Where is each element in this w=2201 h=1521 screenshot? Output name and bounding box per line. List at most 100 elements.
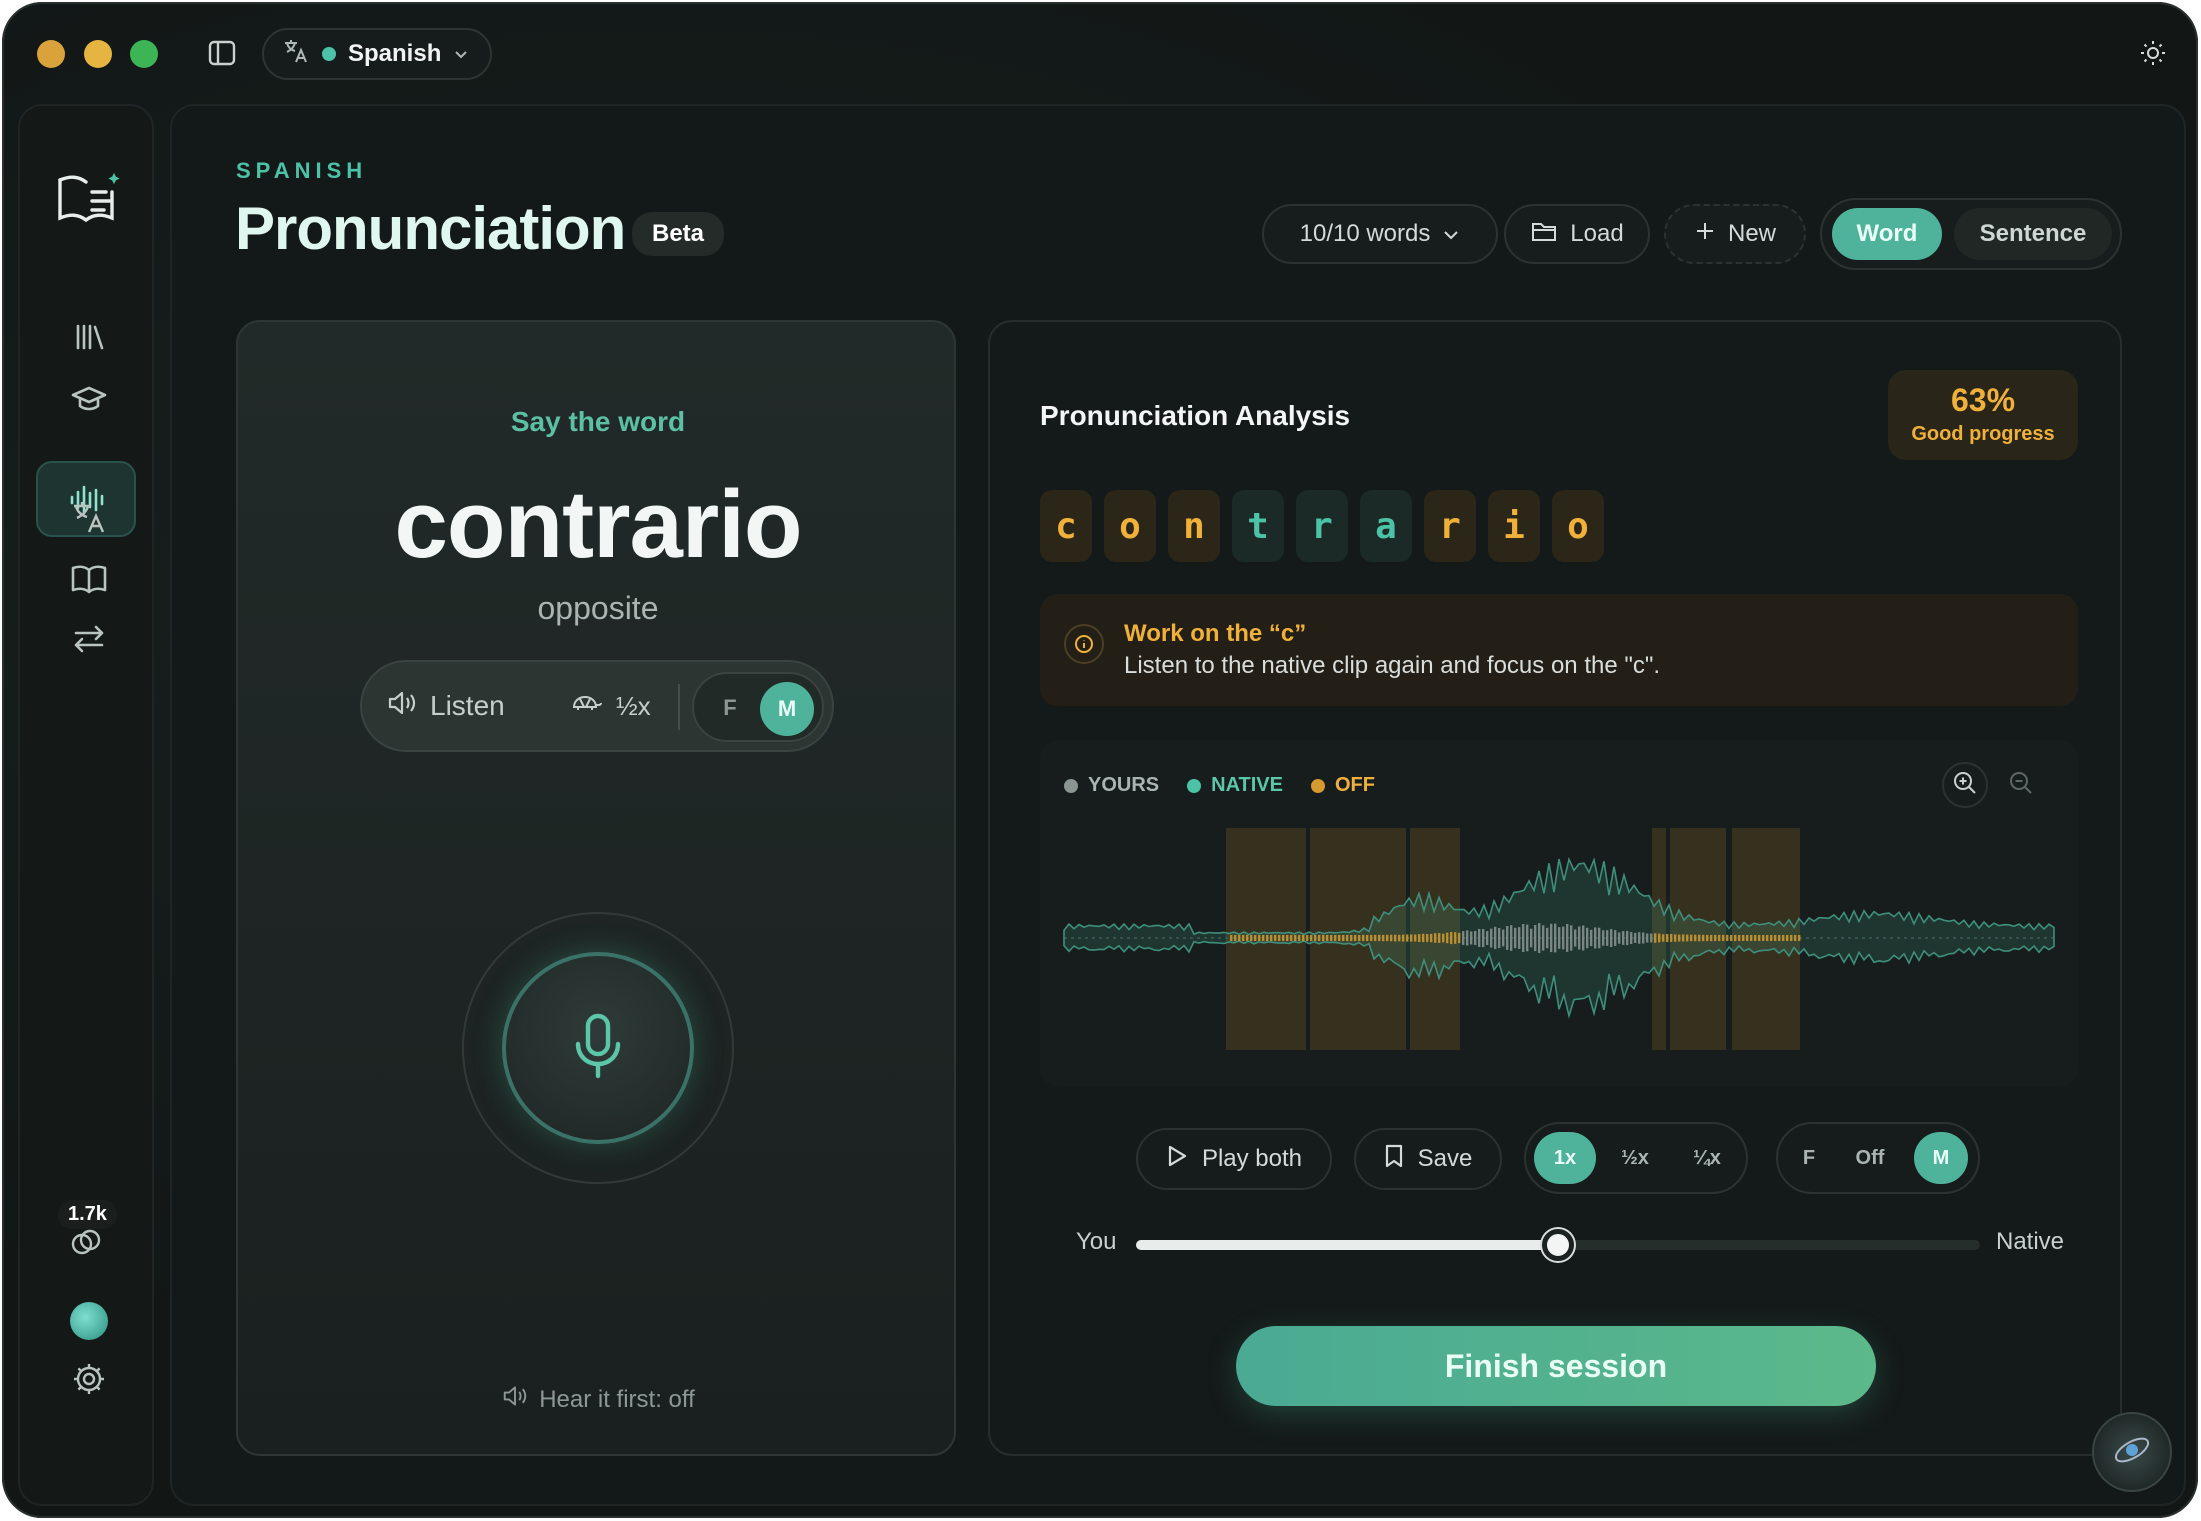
library-icon[interactable] xyxy=(70,318,108,356)
graduation-cap-icon[interactable] xyxy=(70,380,108,418)
yours-sample xyxy=(1490,928,1493,948)
hear-first-toggle[interactable]: Hear it first: off xyxy=(238,1384,958,1415)
chevron-down-icon xyxy=(1442,220,1460,248)
yours-sample xyxy=(1550,923,1553,953)
yours-sample xyxy=(1526,924,1529,952)
yours-sample xyxy=(1414,934,1417,942)
avatar[interactable] xyxy=(70,1302,108,1340)
voice-male-button[interactable]: M xyxy=(760,682,814,736)
mode-sentence-button[interactable]: Sentence xyxy=(1954,208,2112,260)
load-label: Load xyxy=(1570,220,1624,247)
zoom-in-button[interactable] xyxy=(1942,762,1988,808)
yours-sample xyxy=(1510,925,1513,951)
yours-sample xyxy=(1642,932,1645,944)
legend-yours-label: YOURS xyxy=(1088,774,1160,796)
yours-sample xyxy=(1354,935,1357,941)
zoom-out-button[interactable] xyxy=(1998,762,2044,808)
translate-nav-icon[interactable] xyxy=(70,498,108,536)
slider-left-label: You xyxy=(1076,1228,1117,1255)
letter-tile[interactable]: t xyxy=(1232,490,1284,562)
letter-tile[interactable]: c xyxy=(1040,490,1092,562)
window-minimize-button[interactable] xyxy=(84,40,112,68)
mode-toggle: Word Sentence xyxy=(1820,198,2122,270)
yours-sample xyxy=(1346,935,1349,942)
yours-sample xyxy=(1330,935,1333,941)
assistant-button[interactable] xyxy=(2092,1412,2172,1492)
yours-sample xyxy=(1758,935,1761,941)
info-icon xyxy=(1064,624,1104,664)
yours-sample xyxy=(1566,924,1569,952)
finish-session-button[interactable]: Finish session xyxy=(1236,1326,1876,1406)
yours-sample xyxy=(1570,925,1573,951)
streak-icon xyxy=(68,1224,104,1265)
window-close-button[interactable] xyxy=(37,40,65,68)
yours-sample xyxy=(1298,935,1301,941)
save-button[interactable]: Save xyxy=(1354,1128,1502,1190)
yours-sample xyxy=(1778,935,1781,941)
word-list-dropdown[interactable]: 10/10 words xyxy=(1262,204,1498,264)
blend-slider[interactable] xyxy=(1136,1229,1980,1261)
score-label: Good progress xyxy=(1911,423,2055,445)
app-logo-icon xyxy=(56,170,122,226)
voice-female-button[interactable]: F xyxy=(704,682,756,734)
analysis-card: Pronunciation Analysis 63% Good progress… xyxy=(988,320,2122,1456)
sidebar-toggle-icon[interactable] xyxy=(208,40,236,66)
voice-female-button[interactable]: F xyxy=(1786,1132,1832,1184)
yours-sample xyxy=(1618,932,1621,944)
letter-tile[interactable]: o xyxy=(1104,490,1156,562)
sun-icon[interactable] xyxy=(2138,38,2168,68)
letter-tile[interactable]: o xyxy=(1552,490,1604,562)
letter-tile[interactable]: r xyxy=(1424,490,1476,562)
slider-thumb[interactable] xyxy=(1542,1229,1574,1261)
playback-speed-toggle: 1x ½x ¼x xyxy=(1524,1122,1748,1194)
new-button[interactable]: New xyxy=(1664,204,1806,264)
folder-icon xyxy=(1530,219,1558,250)
chevron-down-icon xyxy=(453,40,469,68)
yours-sample xyxy=(1406,934,1409,942)
streak-count-badge: 1.7k xyxy=(58,1200,117,1229)
speed-quarter-button[interactable]: ¼x xyxy=(1676,1132,1738,1184)
voice-male-button[interactable]: M xyxy=(1914,1132,1968,1184)
letter-tile[interactable]: a xyxy=(1360,490,1412,562)
yours-sample xyxy=(1262,935,1265,941)
language-label: Spanish xyxy=(348,40,442,67)
window-maximize-button[interactable] xyxy=(130,40,158,68)
yours-sample xyxy=(1766,935,1769,941)
legend-dot xyxy=(1310,778,1325,793)
target-word: contrario xyxy=(394,471,802,578)
slow-playback-button[interactable]: ½x xyxy=(570,684,651,728)
yours-sample xyxy=(1342,935,1345,941)
yours-sample xyxy=(1318,935,1321,941)
analysis-title: Pronunciation Analysis xyxy=(1040,400,1351,431)
book-icon[interactable] xyxy=(70,560,108,598)
swap-arrows-icon[interactable] xyxy=(70,620,108,658)
yours-sample xyxy=(1554,923,1557,953)
letter-tile[interactable]: i xyxy=(1488,490,1540,562)
slider-fill xyxy=(1136,1240,1558,1250)
yours-sample xyxy=(1482,929,1485,948)
save-label: Save xyxy=(1417,1145,1473,1172)
turtle-icon xyxy=(570,691,602,722)
yours-sample xyxy=(1454,932,1457,944)
load-button[interactable]: Load xyxy=(1504,204,1650,264)
speed-half-button[interactable]: ½x xyxy=(1604,1132,1666,1184)
record-button[interactable] xyxy=(502,952,694,1144)
waveform-chart[interactable] xyxy=(1040,820,2078,1086)
gear-icon[interactable] xyxy=(70,1360,108,1398)
legend-dot xyxy=(1064,778,1078,793)
yours-sample xyxy=(1606,930,1609,946)
listen-label: Listen xyxy=(430,690,505,721)
letter-tile[interactable]: n xyxy=(1168,490,1220,562)
listen-button[interactable]: Listen xyxy=(386,684,505,728)
speed-1x-button[interactable]: 1x xyxy=(1534,1132,1596,1184)
language-selector[interactable]: Spanish xyxy=(262,28,492,80)
yours-sample xyxy=(1722,934,1725,941)
voice-off-button[interactable]: Off xyxy=(1838,1132,1902,1184)
yours-sample xyxy=(1678,934,1681,942)
yours-sample xyxy=(1738,935,1741,941)
yours-sample xyxy=(1718,934,1721,942)
play-both-button[interactable]: Play both xyxy=(1136,1128,1332,1190)
mode-word-button[interactable]: Word xyxy=(1832,208,1942,260)
yours-sample xyxy=(1546,927,1549,949)
letter-tile[interactable]: r xyxy=(1296,490,1348,562)
